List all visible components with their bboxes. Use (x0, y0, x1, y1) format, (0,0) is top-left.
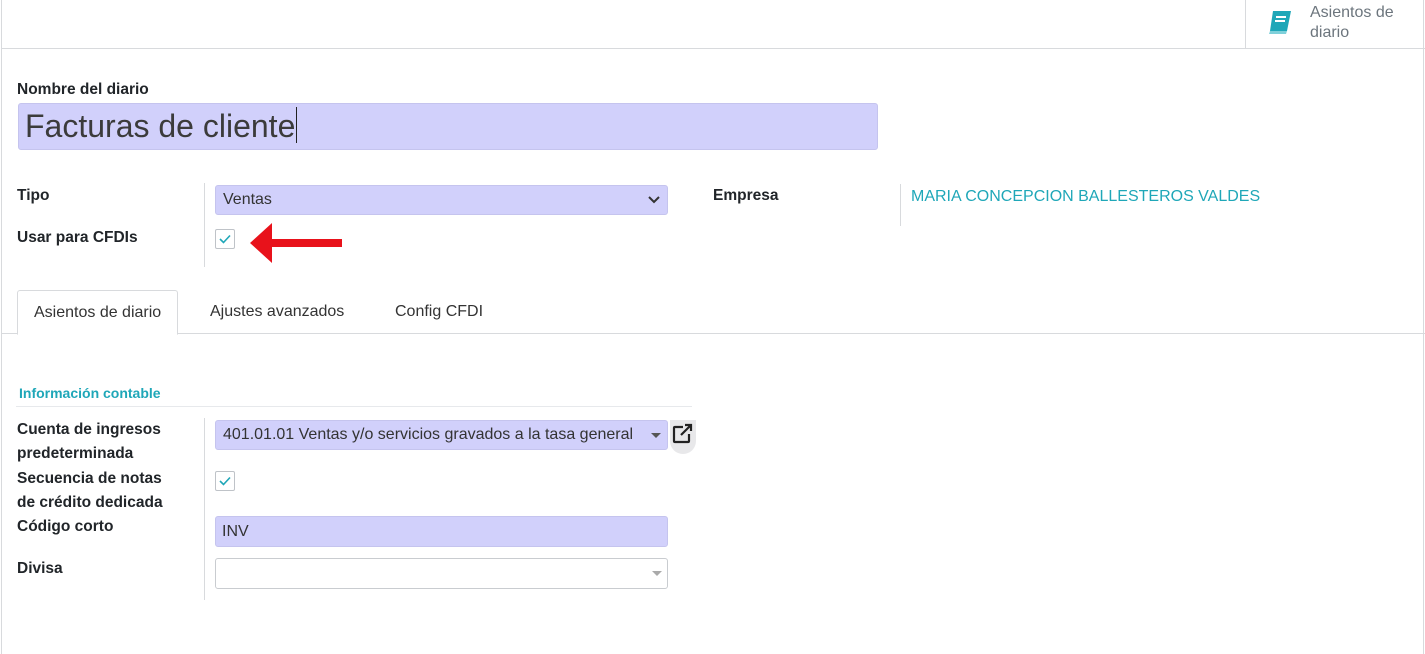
section-title: Información contable (19, 385, 161, 401)
journal-name-input[interactable]: Facturas de cliente (18, 103, 878, 150)
dropdown-caret-icon (652, 571, 662, 576)
codigo-label: Código corto (17, 518, 114, 535)
book-icon (1269, 11, 1291, 34)
notebook-tabs: Asientos de diario Ajustes avanzados Con… (2, 290, 1425, 335)
cfdi-label: Usar para CFDIs (17, 229, 138, 246)
codigo-input[interactable]: INV (215, 516, 668, 547)
cuenta-value: 401.01.01 Ventas y/o servicios gravados … (223, 426, 634, 443)
journal-name-label: Nombre del diario (17, 81, 149, 98)
external-link-button[interactable] (670, 420, 696, 454)
field-divider (900, 184, 901, 226)
secuencia-label-line1: Secuencia de notas (17, 470, 162, 487)
tipo-value: Ventas (223, 191, 272, 208)
check-icon (219, 234, 231, 244)
divisa-label: Divisa (17, 560, 63, 577)
cuenta-select[interactable]: 401.01.01 Ventas y/o servicios gravados … (215, 420, 668, 450)
journal-name-value: Facturas de cliente (25, 108, 296, 144)
journal-entries-smart-button[interactable]: Asientos de diario (1245, 0, 1425, 48)
smart-button-label: Asientos de diario (1310, 4, 1394, 41)
field-divider (204, 183, 205, 267)
dropdown-caret-icon (651, 433, 661, 438)
empresa-label: Empresa (713, 187, 779, 204)
tab-config-cfdi[interactable]: Config CFDI (379, 290, 499, 334)
check-icon (219, 476, 231, 486)
tipo-label: Tipo (17, 187, 50, 204)
section-separator (16, 406, 692, 407)
empresa-link[interactable]: MARIA CONCEPCION BALLESTEROS VALDES (911, 185, 1260, 209)
field-divider (204, 418, 205, 600)
secuencia-checkbox[interactable] (215, 471, 235, 491)
cuenta-label-line1: Cuenta de ingresos (17, 421, 161, 438)
button-box: Asientos de diario (2, 0, 1425, 49)
secuencia-label-line2: de crédito dedicada (17, 494, 163, 511)
external-link-icon (672, 423, 693, 444)
form-sheet: Asientos de diario Nombre del diario Fac… (1, 0, 1425, 654)
text-caret (296, 107, 298, 143)
red-arrow-annotation (250, 223, 342, 263)
cuenta-label-line2: predeterminada (17, 445, 134, 462)
tab-asientos-de-diario[interactable]: Asientos de diario (17, 290, 179, 335)
chevron-down-icon (648, 196, 660, 204)
cfdi-checkbox[interactable] (215, 229, 235, 249)
divisa-select[interactable] (215, 558, 668, 589)
tipo-select[interactable]: Ventas (215, 185, 668, 215)
tab-ajustes-avanzados[interactable]: Ajustes avanzados (194, 290, 360, 334)
